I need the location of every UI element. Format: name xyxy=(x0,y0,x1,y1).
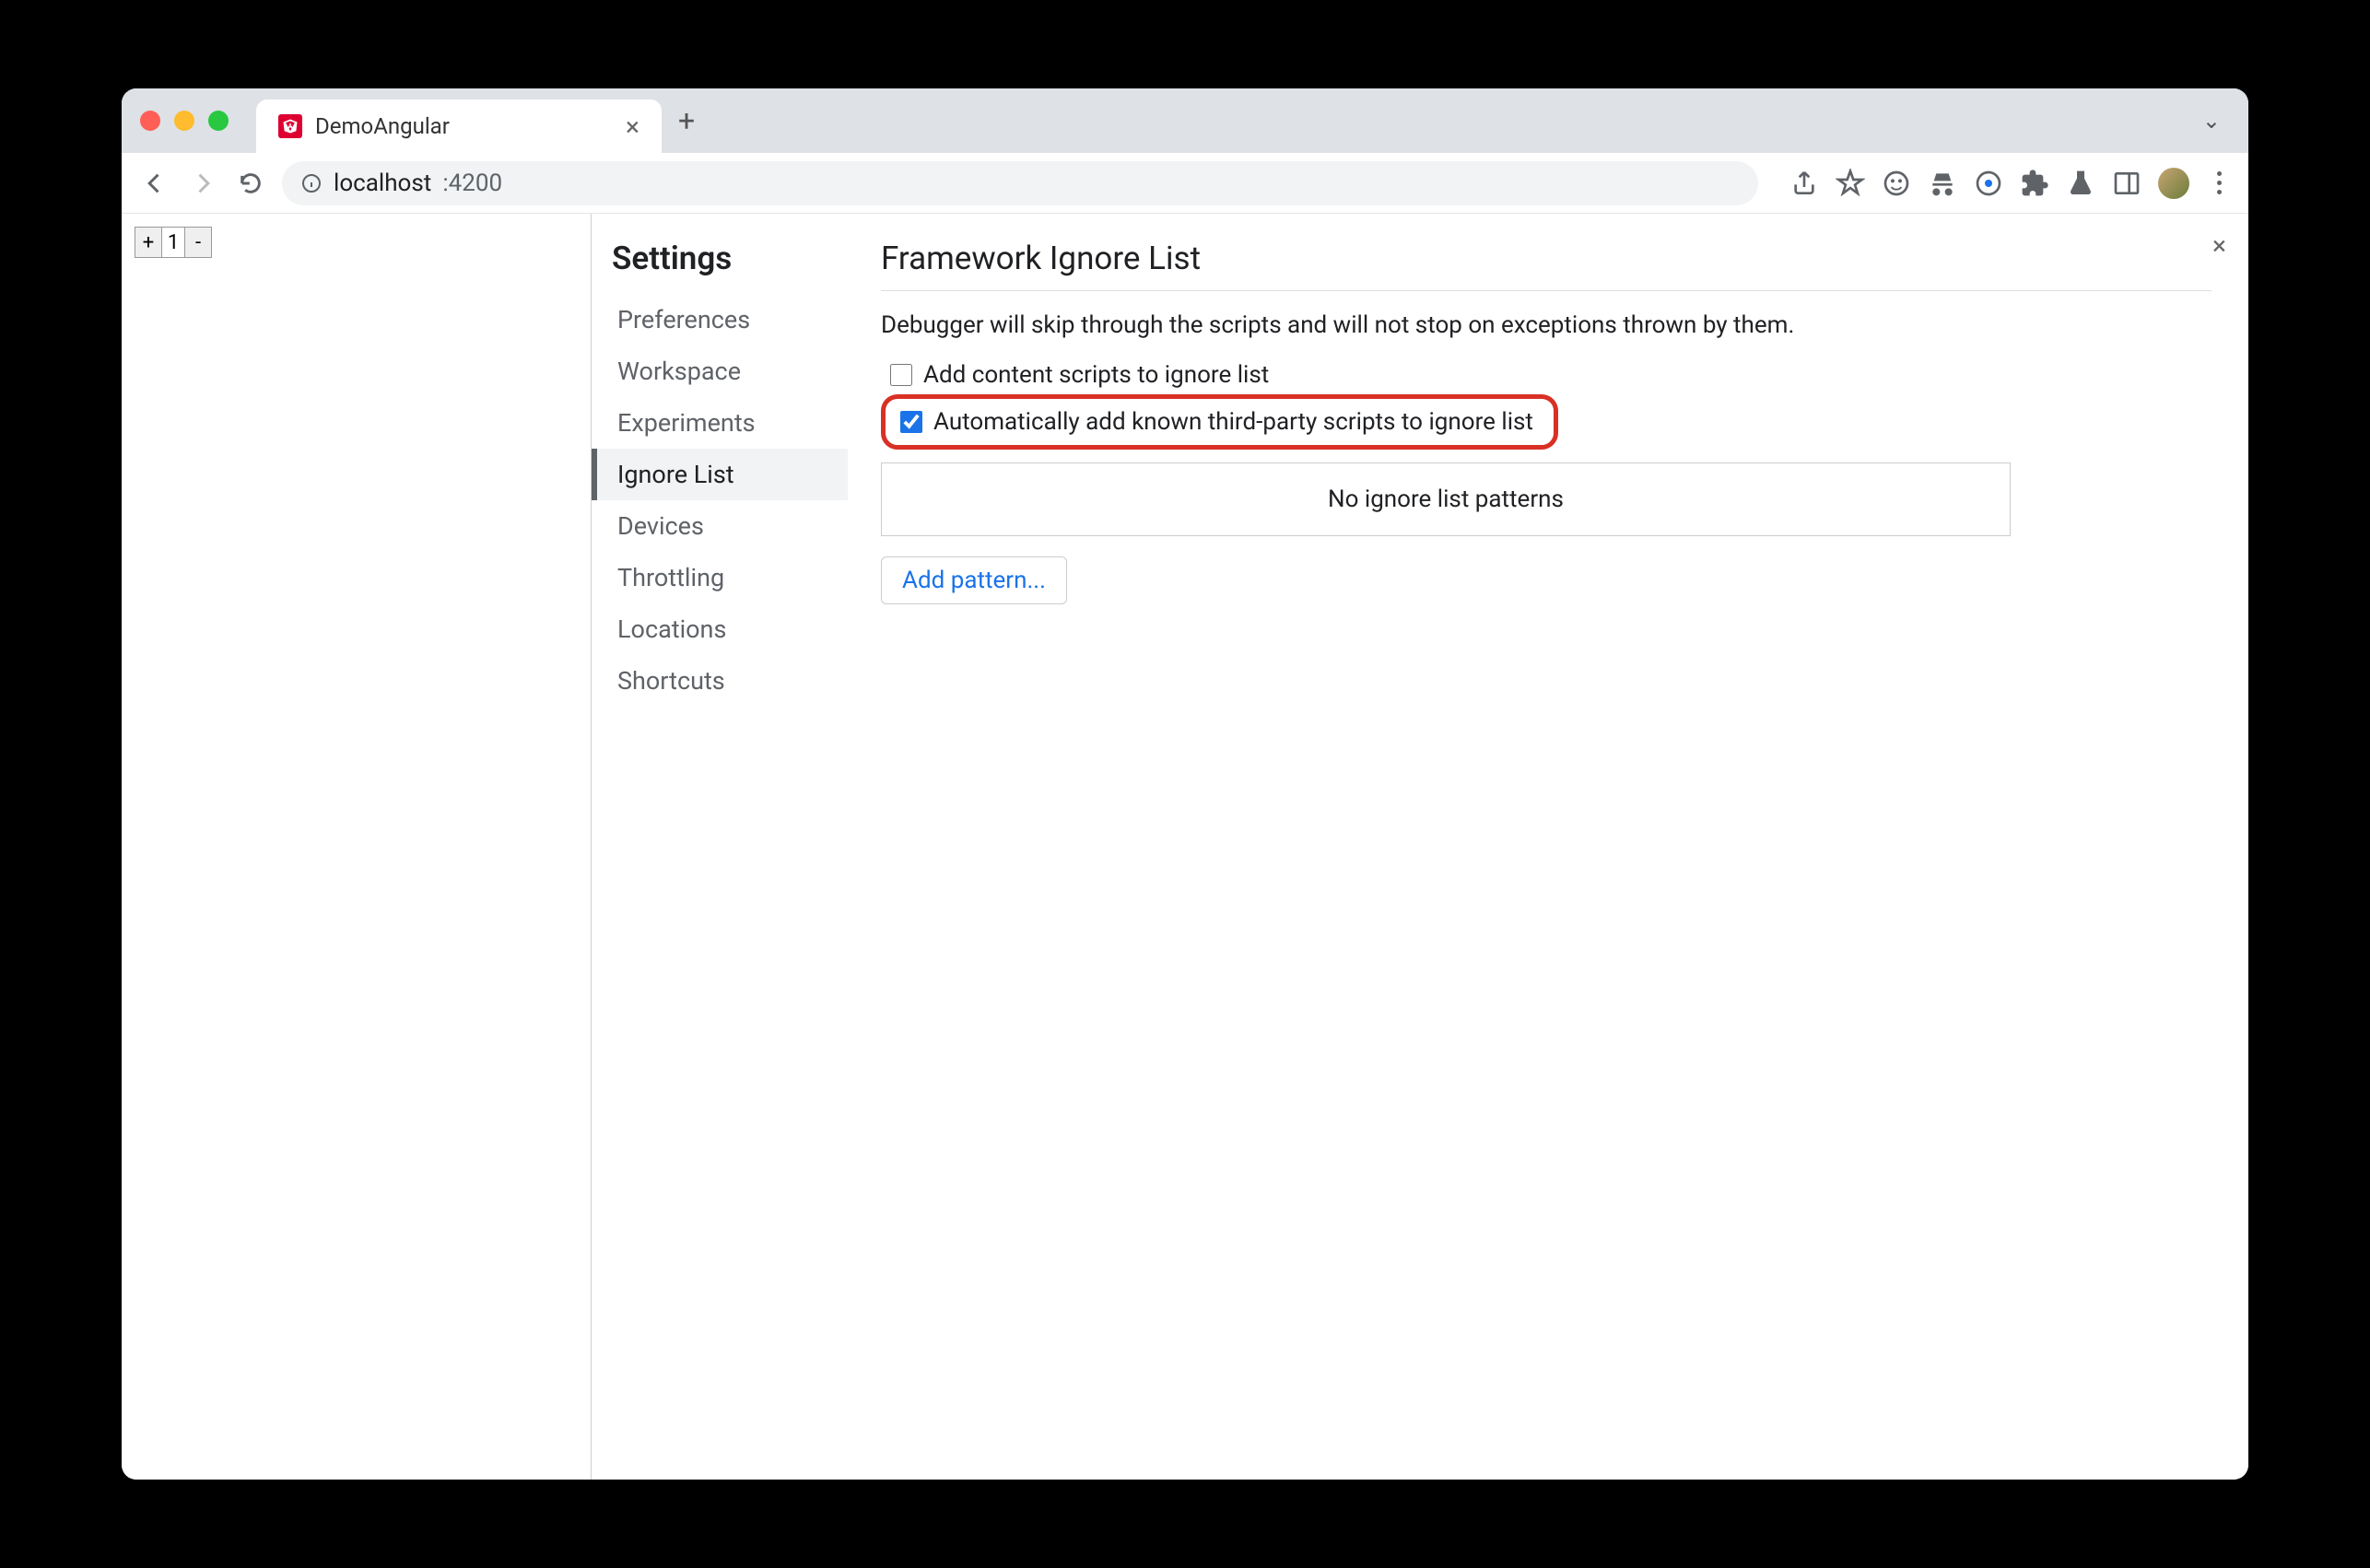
extension-icon-1[interactable] xyxy=(1882,169,1911,198)
profile-avatar[interactable] xyxy=(2158,168,2189,199)
url-host: localhost xyxy=(334,170,431,197)
counter-value: 1 xyxy=(162,227,184,258)
share-icon[interactable] xyxy=(1789,169,1819,198)
decrement-button[interactable]: - xyxy=(184,227,212,258)
minimize-window-button[interactable] xyxy=(174,111,194,131)
third-party-checkbox-row[interactable]: Automatically add known third-party scri… xyxy=(891,403,1543,441)
bookmark-star-icon[interactable] xyxy=(1836,169,1865,198)
extension-icon-2[interactable] xyxy=(1974,169,2003,198)
third-party-checkbox[interactable] xyxy=(900,411,922,433)
browser-window: DemoAngular × + ⌄ localhost :4200 xyxy=(122,88,2248,1480)
content-scripts-checkbox-row[interactable]: Add content scripts to ignore list xyxy=(881,356,2212,394)
panel-description: Debugger will skip through the scripts a… xyxy=(881,311,2212,339)
back-button[interactable] xyxy=(138,167,171,200)
sidebar-item-ignore-list[interactable]: Ignore List xyxy=(592,449,848,500)
sidebar-item-preferences[interactable]: Preferences xyxy=(592,294,848,345)
url-port: :4200 xyxy=(442,170,502,197)
page-content: + 1 - × Settings Preferences Workspace E… xyxy=(122,214,2248,1480)
content-scripts-label: Add content scripts to ignore list xyxy=(923,361,1269,389)
tab-bar: DemoAngular × + ⌄ xyxy=(122,88,2248,153)
ignore-patterns-list: No ignore list patterns xyxy=(881,462,2011,536)
panel-heading: Framework Ignore List xyxy=(881,240,2212,291)
toolbar-right xyxy=(1789,168,2232,199)
sidebar-item-locations[interactable]: Locations xyxy=(592,603,848,655)
content-scripts-checkbox[interactable] xyxy=(890,364,912,386)
sidebar-item-experiments[interactable]: Experiments xyxy=(592,397,848,449)
add-pattern-button[interactable]: Add pattern... xyxy=(881,556,1067,604)
increment-button[interactable]: + xyxy=(135,227,162,258)
info-icon xyxy=(300,172,323,194)
app-panel: + 1 - xyxy=(122,214,592,1480)
browser-menu-button[interactable] xyxy=(2206,171,2232,194)
settings-sidebar: Settings Preferences Workspace Experimen… xyxy=(592,214,848,1480)
sidebar-item-shortcuts[interactable]: Shortcuts xyxy=(592,655,848,707)
angular-icon xyxy=(278,114,302,138)
sidebar-item-workspace[interactable]: Workspace xyxy=(592,345,848,397)
close-settings-button[interactable]: × xyxy=(2212,230,2226,261)
browser-tab[interactable]: DemoAngular × xyxy=(256,99,662,153)
new-tab-button[interactable]: + xyxy=(678,103,695,138)
settings-title: Settings xyxy=(612,240,848,277)
devtools-settings: × Settings Preferences Workspace Experim… xyxy=(592,214,2248,1480)
tabs-dropdown-icon[interactable]: ⌄ xyxy=(2202,108,2221,134)
sidebar-item-devices[interactable]: Devices xyxy=(592,500,848,552)
counter-widget: + 1 - xyxy=(135,227,578,258)
tab-title: DemoAngular xyxy=(315,113,450,139)
third-party-label: Automatically add known third-party scri… xyxy=(933,408,1533,436)
close-tab-button[interactable]: × xyxy=(626,111,639,142)
reload-button[interactable] xyxy=(234,167,267,200)
sidebar-item-throttling[interactable]: Throttling xyxy=(592,552,848,603)
window-controls xyxy=(140,111,229,131)
settings-main: Framework Ignore List Debugger will skip… xyxy=(848,214,2248,1480)
highlighted-option: Automatically add known third-party scri… xyxy=(881,394,1558,450)
address-bar: localhost :4200 xyxy=(122,153,2248,214)
url-input[interactable]: localhost :4200 xyxy=(282,161,1758,205)
maximize-window-button[interactable] xyxy=(208,111,229,131)
forward-button[interactable] xyxy=(186,167,219,200)
incognito-icon[interactable] xyxy=(1928,169,1957,198)
extensions-puzzle-icon[interactable] xyxy=(2020,169,2049,198)
close-window-button[interactable] xyxy=(140,111,160,131)
side-panel-icon[interactable] xyxy=(2112,169,2141,198)
labs-flask-icon[interactable] xyxy=(2066,169,2095,198)
